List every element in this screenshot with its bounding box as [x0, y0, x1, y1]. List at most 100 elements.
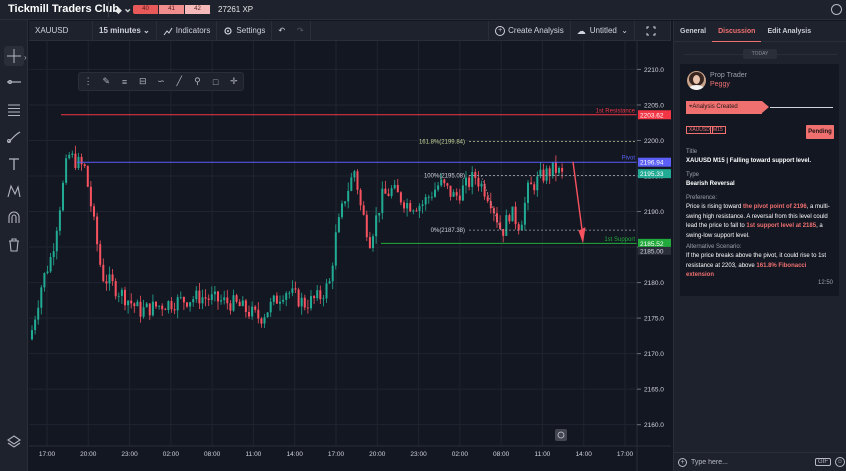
- drag-handle-icon[interactable]: ⋮: [79, 73, 97, 90]
- chart-toolbar: XAUUSD 15 minutes ⌄ Indicators Settings …: [29, 20, 671, 41]
- message-input[interactable]: [691, 455, 809, 469]
- horizontal-line-icon[interactable]: [4, 72, 24, 92]
- trash-icon[interactable]: [4, 235, 24, 255]
- user-name[interactable]: Peggy: [710, 81, 730, 88]
- candle: [415, 210, 418, 212]
- globe-icon[interactable]: [831, 4, 842, 15]
- candle: [226, 297, 229, 304]
- candle: [390, 188, 393, 196]
- price-chart[interactable]: 1st Resistance Pivot 1st Support 161.8%(219…: [29, 41, 671, 471]
- crosshair-icon[interactable]: ✛: [225, 73, 243, 90]
- fib-retracement-icon[interactable]: [4, 100, 24, 120]
- candle: [71, 153, 74, 155]
- candle: [399, 192, 402, 203]
- preference-text: Price is rising toward the pivot point o…: [686, 204, 830, 239]
- candle: [331, 265, 334, 282]
- type-label: Type: [686, 172, 700, 178]
- y-tick-label: 2190.0: [644, 209, 664, 216]
- indicators-button[interactable]: Indicators: [157, 20, 218, 41]
- layout-selector[interactable]: ☁ Untitled ⌄: [571, 20, 635, 41]
- candle: [282, 299, 285, 302]
- candle: [182, 296, 185, 303]
- candle: [424, 197, 427, 205]
- candle: [74, 153, 77, 169]
- candle: [300, 297, 303, 307]
- candle: [452, 192, 455, 197]
- x-tick-label: 11:00: [246, 451, 262, 458]
- candle: [31, 330, 33, 340]
- candle: [117, 295, 120, 297]
- fullscreen-button[interactable]: [635, 20, 671, 41]
- rectangle-icon[interactable]: □: [207, 73, 225, 90]
- undo-button[interactable]: ↶: [272, 21, 291, 41]
- x-tick-label: 11:00: [535, 451, 551, 458]
- candle: [248, 311, 250, 317]
- brush-icon[interactable]: [4, 127, 24, 147]
- settings-button[interactable]: Settings: [217, 20, 273, 41]
- pattern-icon[interactable]: [4, 181, 24, 201]
- wand-icon[interactable]: ⚲: [188, 73, 206, 90]
- candle: [111, 274, 114, 282]
- pencil-icon[interactable]: ✎: [97, 73, 115, 90]
- candle: [322, 298, 325, 300]
- candle: [266, 312, 269, 318]
- avatar[interactable]: [687, 71, 706, 90]
- x-tick-label: 08:00: [493, 451, 510, 458]
- candle: [195, 290, 198, 300]
- candle: [244, 300, 247, 312]
- emoji-icon[interactable]: ☺: [835, 457, 845, 467]
- create-analysis-button[interactable]: + Create Analysis: [488, 20, 571, 41]
- candle: [443, 179, 446, 184]
- xp-level: 42: [185, 5, 211, 14]
- candle: [474, 172, 477, 178]
- candle: [291, 288, 294, 293]
- candle: [96, 216, 99, 245]
- alternative-label: Alternative Scenario:: [686, 244, 742, 250]
- chevron-right-icon[interactable]: ›: [24, 53, 27, 62]
- tab-general[interactable]: General: [674, 21, 712, 42]
- tab-discussion[interactable]: Discussion: [712, 21, 762, 42]
- brush-icon[interactable]: ∽: [152, 73, 170, 90]
- candle: [427, 196, 430, 198]
- interval-selector[interactable]: 15 minutes ⌄: [93, 20, 157, 41]
- candle: [198, 290, 201, 304]
- add-icon[interactable]: +: [678, 457, 687, 467]
- template-icon[interactable]: ⊟: [134, 73, 152, 90]
- price-tag-label: 2185.00: [640, 248, 664, 255]
- candle: [114, 281, 117, 297]
- redo-button[interactable]: ↷: [291, 20, 311, 41]
- candle: [523, 202, 526, 225]
- candle: [378, 212, 381, 216]
- candle: [306, 307, 309, 309]
- gif-button[interactable]: GIF: [815, 458, 831, 466]
- candle: [412, 210, 415, 212]
- tab-edit-analysis[interactable]: Edit Analysis: [761, 21, 817, 42]
- candle: [49, 257, 52, 272]
- candle: [356, 171, 359, 190]
- candle: [446, 183, 449, 186]
- x-tick-label: 02:00: [163, 451, 180, 458]
- magnet-icon[interactable]: [4, 208, 24, 228]
- trend-line-icon[interactable]: ╱: [170, 73, 188, 90]
- candle: [173, 309, 176, 311]
- fib-icon[interactable]: ≡: [115, 73, 133, 90]
- plus-icon: +: [495, 25, 506, 36]
- candle: [155, 301, 157, 307]
- candle: [229, 303, 232, 311]
- candle: [164, 309, 167, 311]
- scroll-to-realtime-button[interactable]: [555, 429, 567, 441]
- text-icon[interactable]: [4, 154, 24, 174]
- candle: [130, 300, 133, 304]
- layers-icon[interactable]: [4, 432, 24, 452]
- candle: [533, 184, 536, 191]
- candle: [170, 301, 173, 310]
- x-tick-label: 20:00: [369, 451, 386, 458]
- symbol-search[interactable]: XAUUSD: [29, 20, 93, 41]
- candle: [272, 295, 275, 302]
- candle: [232, 295, 235, 311]
- candle: [55, 230, 58, 252]
- fib-label: 100%(2195.08): [424, 173, 465, 179]
- crosshair-icon[interactable]: [4, 46, 24, 66]
- y-tick-label: 2205.0: [644, 102, 664, 109]
- chevron-down-icon: ⌄: [621, 26, 628, 35]
